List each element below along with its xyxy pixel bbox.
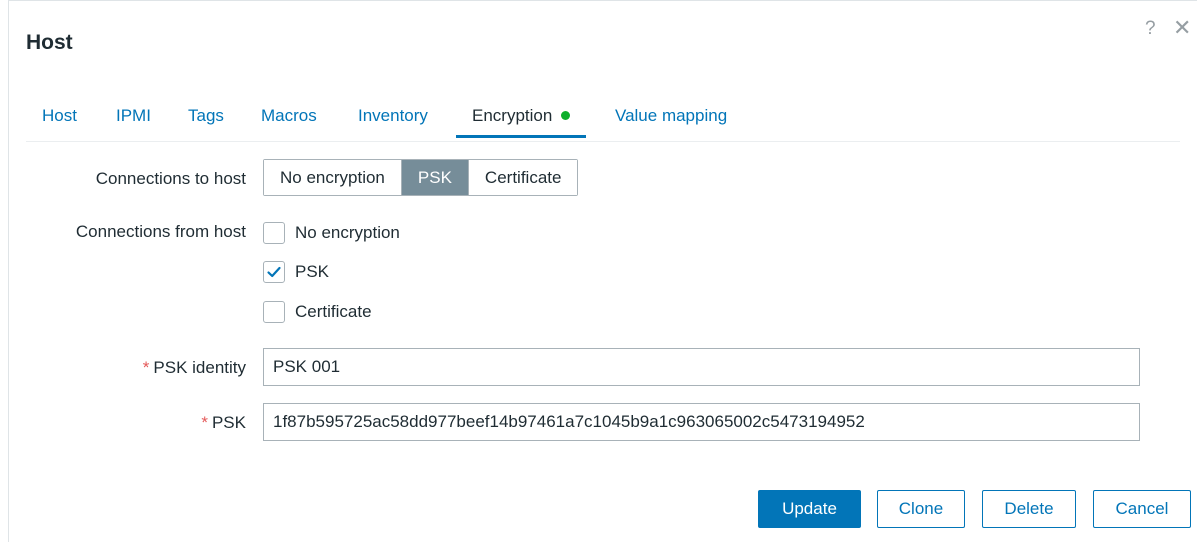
tab-inventory[interactable]: Inventory	[358, 95, 428, 139]
close-icon[interactable]: ✕	[1173, 17, 1191, 39]
tab-bar: Host IPMI Tags Macros Inventory Encrypti…	[26, 95, 1180, 142]
tab-encryption[interactable]: Encryption	[456, 95, 587, 138]
psk-label-text: PSK	[211, 413, 246, 432]
required-mark: *	[142, 358, 150, 377]
from-no-encryption-label: No encryption	[295, 223, 400, 242]
tab-value-mapping[interactable]: Value mapping	[615, 95, 727, 139]
seg-certificate[interactable]: Certificate	[467, 160, 578, 195]
tab-encryption-label: Encryption	[472, 106, 553, 125]
connections-to-host-segmented: No encryption PSK Certificate	[263, 159, 579, 196]
from-psk-checkbox[interactable]	[263, 261, 285, 283]
tab-inventory-label: Inventory	[358, 106, 428, 125]
host-dialog: Host ? ✕ Host IPMI Tags Macros Inventory…	[8, 0, 1197, 542]
seg-no-encryption[interactable]: No encryption	[264, 160, 401, 195]
seg-psk[interactable]: PSK	[400, 160, 468, 195]
tab-tags[interactable]: Tags	[188, 95, 224, 139]
tab-host[interactable]: Host	[42, 95, 77, 139]
required-mark: *	[201, 413, 208, 432]
connections-to-host-label: Connections to host	[95, 169, 246, 188]
tab-macros-label: Macros	[261, 106, 317, 125]
psk-identity-label: * PSK identity	[16, 358, 246, 378]
clone-button[interactable]: Clone	[877, 490, 965, 528]
psk-input[interactable]	[263, 403, 1140, 441]
tab-host-label: Host	[42, 106, 77, 125]
tab-macros[interactable]: Macros	[261, 95, 317, 139]
from-psk-checkbox-row[interactable]: PSK	[263, 260, 329, 284]
checkmark-icon	[267, 266, 281, 278]
tab-value-mapping-label: Value mapping	[615, 106, 728, 125]
psk-identity-input[interactable]	[263, 348, 1140, 386]
from-no-encryption-checkbox-row[interactable]: No encryption	[263, 221, 400, 245]
delete-button[interactable]: Delete	[982, 490, 1076, 528]
from-certificate-checkbox-row[interactable]: Certificate	[263, 300, 372, 324]
from-certificate-checkbox[interactable]	[263, 301, 285, 323]
from-certificate-label: Certificate	[295, 302, 372, 321]
connections-from-host-label: Connections from host	[75, 222, 246, 241]
status-dot-icon	[561, 111, 571, 121]
from-psk-label: PSK	[295, 262, 330, 281]
dialog-title: Host	[26, 31, 73, 54]
psk-label: * PSK	[16, 413, 246, 433]
tab-tags-label: Tags	[188, 106, 224, 125]
help-icon[interactable]: ?	[1145, 19, 1156, 38]
tab-ipmi-label: IPMI	[116, 106, 151, 125]
from-no-encryption-checkbox[interactable]	[263, 222, 285, 244]
cancel-button[interactable]: Cancel	[1093, 490, 1191, 528]
psk-identity-label-text: PSK identity	[153, 358, 246, 377]
update-button[interactable]: Update	[758, 490, 861, 528]
tab-ipmi[interactable]: IPMI	[116, 95, 151, 139]
